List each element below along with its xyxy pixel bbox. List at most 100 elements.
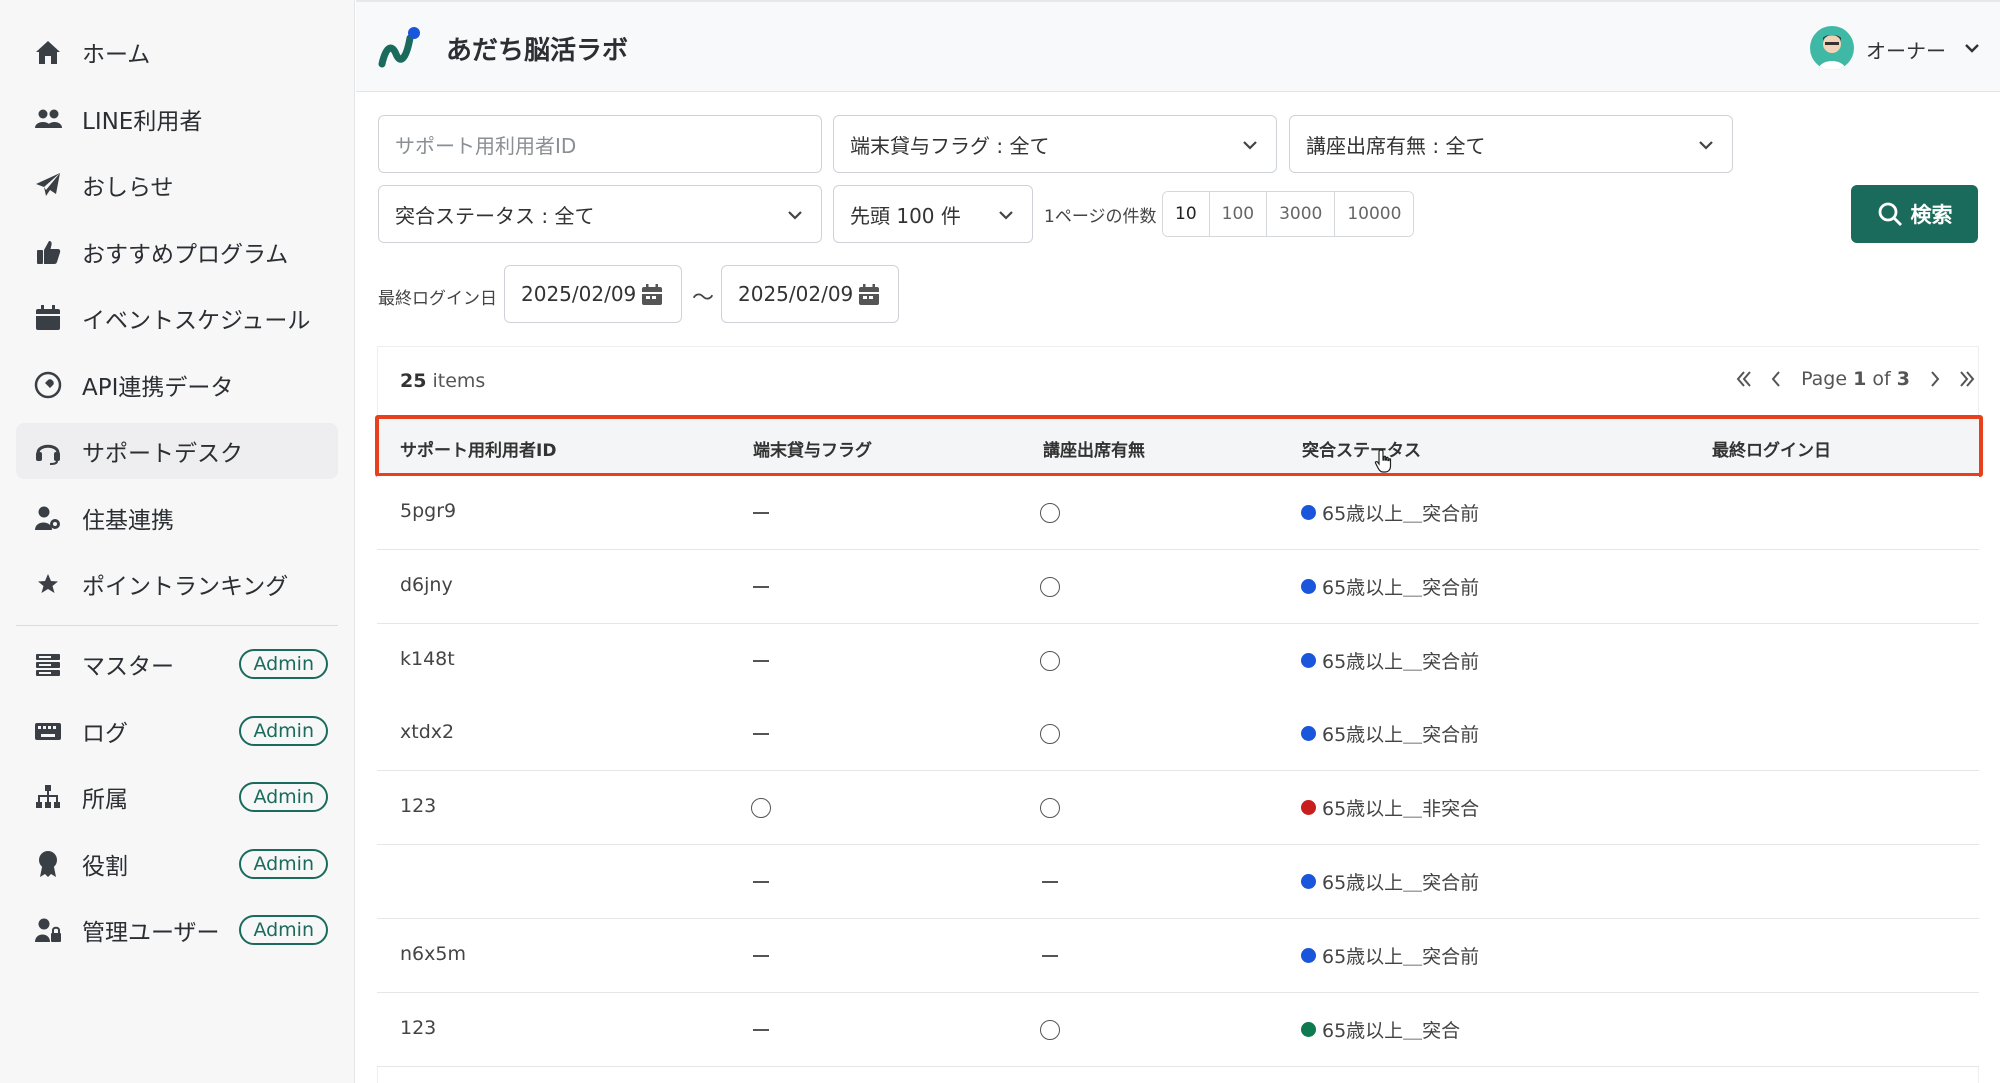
sidebar-item-admin-1[interactable]: ログ Admin xyxy=(16,703,338,759)
date-from-input[interactable]: 2025/02/09 xyxy=(504,265,682,323)
device-flag-select[interactable]: 端末貸与フラグ : 全て xyxy=(833,115,1277,173)
match-status-value: 突合ステータス : 全て xyxy=(395,203,595,228)
status-dot-icon xyxy=(1301,874,1316,889)
sidebar-item-5[interactable]: API連携データ xyxy=(16,357,338,413)
hand-cursor-icon xyxy=(1374,449,1392,473)
sidebar-item-label: ホーム xyxy=(82,42,151,68)
sidebar-item-4[interactable]: イベントスケジュール xyxy=(16,290,338,346)
per-page-label: 1ページの件数 xyxy=(1044,207,1157,227)
sidebar-item-label: 役割 xyxy=(82,853,128,880)
sidebar-item-label: サポートデスク xyxy=(82,441,243,467)
status-dot-icon xyxy=(1301,505,1316,520)
search-button[interactable]: 検索 xyxy=(1851,185,1978,243)
search-button-label: 検索 xyxy=(1910,203,1953,227)
cell-match-status: 65歳以上＿突合前 xyxy=(1301,942,1479,969)
admin-badge: Admin xyxy=(239,715,328,746)
user-name[interactable]: オーナー xyxy=(1866,35,1946,64)
per-page-option[interactable]: 100 xyxy=(1209,192,1268,236)
thumbs-up-icon xyxy=(26,237,70,267)
date-range-separator: ～ xyxy=(692,286,715,311)
sidebar-item-8[interactable]: ポイントランキング xyxy=(16,556,338,612)
users-icon xyxy=(26,104,70,134)
table-row[interactable]: d6jny — ○ 65歳以上＿突合前 xyxy=(377,549,1979,624)
avatar-icon xyxy=(1818,35,1846,70)
last-page-icon[interactable] xyxy=(1956,368,1978,390)
cell-device-flag: — xyxy=(753,659,769,662)
per-page-option[interactable]: 10 xyxy=(1163,192,1210,236)
table-row[interactable]: n6x5m — — 65歳以上＿突合前 xyxy=(377,918,1979,993)
cell-match-status: 65歳以上＿突合 xyxy=(1301,1016,1460,1043)
limit-value: 先頭 100 件 xyxy=(850,203,961,228)
cell-attendance: ○ xyxy=(1040,724,1060,745)
sidebar-item-label: イベントスケジュール xyxy=(82,308,311,334)
status-text: 65歳以上＿突合前 xyxy=(1322,650,1480,673)
cell-attendance: — xyxy=(1042,954,1058,957)
sidebar-divider xyxy=(16,625,338,626)
sidebar-item-1[interactable]: LINE利用者 xyxy=(16,91,338,147)
user-avatar[interactable] xyxy=(1810,26,1854,70)
admin-badge: Admin xyxy=(239,782,328,812)
cell-support-id: 123 xyxy=(400,1016,437,1039)
status-dot-icon xyxy=(1301,800,1316,816)
total-pages: 3 xyxy=(1896,368,1910,390)
limit-select[interactable]: 先頭 100 件 xyxy=(833,185,1033,243)
chevron-down-icon xyxy=(1699,141,1713,150)
sidebar-item-admin-2[interactable]: 所属 Admin xyxy=(16,769,338,825)
first-page-icon[interactable] xyxy=(1733,368,1755,390)
sidebar-item-7[interactable]: 住基連携 xyxy=(16,490,338,546)
sidebar-item-admin-4[interactable]: 管理ユーザー Admin xyxy=(16,902,338,958)
cell-match-status: 65歳以上＿突合前 xyxy=(1301,720,1479,747)
table-row[interactable]: k148t — ○ 65歳以上＿突合前 xyxy=(377,623,1979,698)
status-text: 65歳以上＿突合前 xyxy=(1322,872,1480,894)
sidebar-item-6[interactable]: サポートデスク xyxy=(16,423,338,479)
chevron-down-icon[interactable] xyxy=(1962,38,1982,58)
table-row[interactable]: 123 — ○ 65歳以上＿突合 xyxy=(377,992,1979,1067)
date-to-input[interactable]: 2025/02/09 xyxy=(721,265,899,323)
per-page-option[interactable]: 3000 xyxy=(1267,192,1336,236)
date-from-value: 2025/02/09 xyxy=(521,282,637,306)
table-row[interactable]: 123 ○ ○ 65歳以上＿非突合 xyxy=(377,771,1979,846)
sidebar-item-label: 所属 xyxy=(82,787,128,813)
sidebar-item-label: おしらせ xyxy=(82,175,174,201)
sidebar-item-label: ログ xyxy=(82,720,128,747)
prev-page-icon[interactable] xyxy=(1765,368,1787,390)
cell-attendance: ○ xyxy=(1040,1019,1060,1040)
cell-match-status: 65歳以上＿非突合 xyxy=(1301,794,1479,821)
chevron-down-icon xyxy=(999,211,1013,220)
calendar-icon[interactable] xyxy=(856,282,882,308)
attendance-select[interactable]: 講座出席有無 : 全て xyxy=(1289,115,1733,173)
status-dot-icon xyxy=(1301,947,1316,963)
next-page-icon[interactable] xyxy=(1924,368,1946,390)
table-row[interactable]: xtdx2 — ○ 65歳以上＿突合前 xyxy=(377,697,1979,772)
cell-support-id: 5pgr9 xyxy=(400,500,457,522)
cell-support-id: k148t xyxy=(400,647,455,670)
table-row[interactable]: 5pgr9 — ○ 65歳以上＿突合前 xyxy=(377,476,1979,550)
cell-device-flag: — xyxy=(753,585,769,588)
top-header: あだち脳活ラボ オーナー xyxy=(356,0,2000,92)
items-count-suffix: items xyxy=(432,370,486,392)
cell-match-status: 65歳以上＿突合前 xyxy=(1301,499,1479,526)
cell-support-id: d6jny xyxy=(400,573,453,596)
match-status-select[interactable]: 突合ステータス : 全て xyxy=(378,185,822,243)
per-page-option[interactable]: 10000 xyxy=(1335,192,1414,236)
cell-support-id: 123 xyxy=(400,795,437,818)
cell-attendance: ○ xyxy=(1040,650,1060,671)
status-dot-icon xyxy=(1301,1021,1316,1037)
of-word: of xyxy=(1872,368,1891,390)
sidebar-item-admin-3[interactable]: 役割 Admin xyxy=(16,836,338,892)
cell-device-flag: — xyxy=(753,512,769,514)
sidebar-item-3[interactable]: おすすめプログラム xyxy=(16,224,338,280)
status-dot-icon xyxy=(1301,726,1316,742)
table-row[interactable]: — — 65歳以上＿突合前 xyxy=(377,845,1979,919)
sidebar-item-0[interactable]: ホーム xyxy=(16,24,338,80)
support-id-input[interactable]: サポート用利用者ID xyxy=(378,115,822,173)
chevron-down-icon xyxy=(1243,141,1257,150)
sidebar-item-admin-0[interactable]: マスター Admin xyxy=(16,636,338,692)
sidebar-item-2[interactable]: おしらせ xyxy=(16,157,338,213)
sitemap-icon xyxy=(26,782,70,812)
page-word: Page xyxy=(1801,368,1848,390)
calendar-icon[interactable] xyxy=(639,282,665,308)
status-dot-icon xyxy=(1301,578,1316,594)
date-to-value: 2025/02/09 xyxy=(738,282,854,306)
admin-badge: Admin xyxy=(239,649,328,679)
